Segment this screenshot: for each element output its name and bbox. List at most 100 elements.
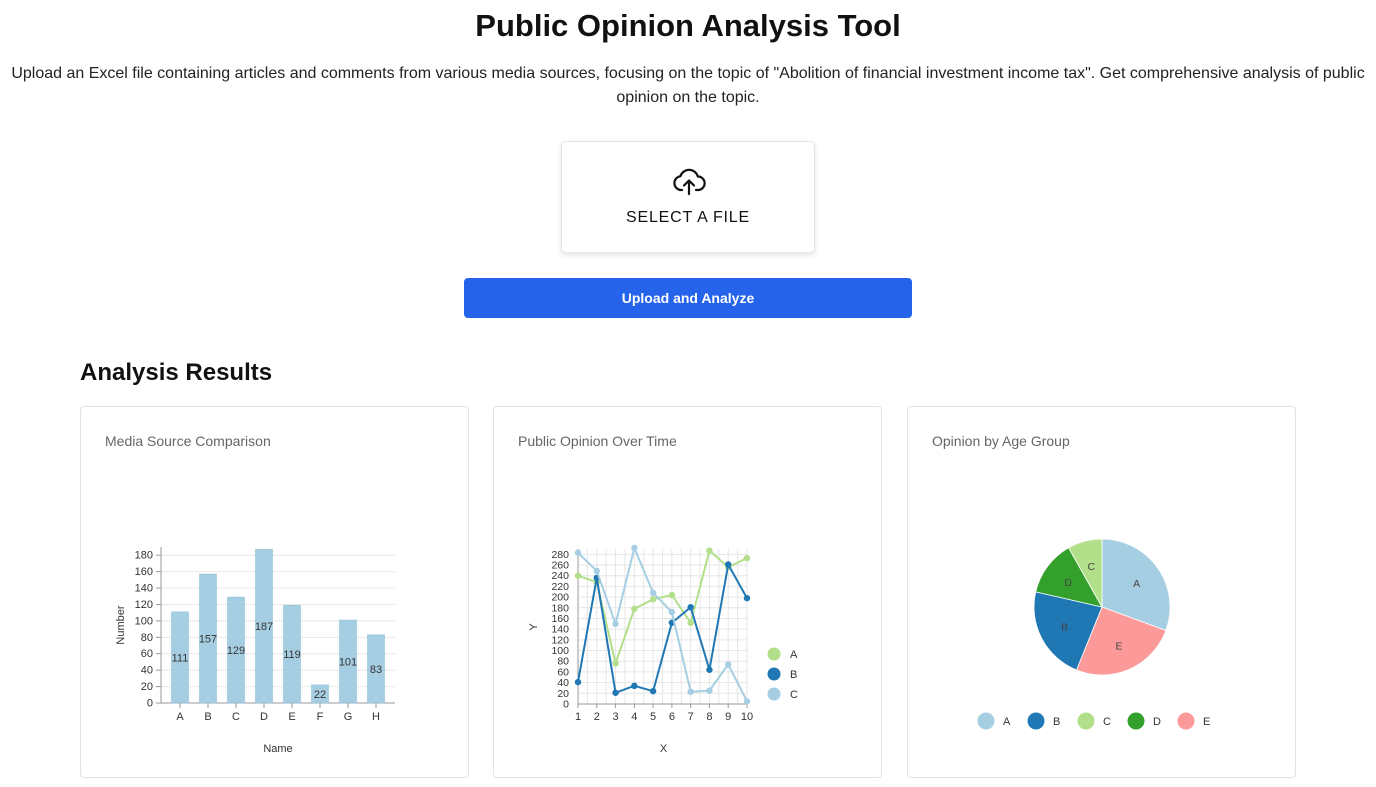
x-tick-label: 10 bbox=[741, 711, 753, 723]
x-tick-label: H bbox=[372, 711, 380, 723]
data-point bbox=[743, 594, 751, 602]
y-tick-label: 0 bbox=[563, 699, 569, 711]
bar-value-label: 187 bbox=[255, 621, 273, 633]
x-tick-label: 1 bbox=[575, 711, 581, 723]
slice-label: C bbox=[1088, 561, 1096, 573]
data-point bbox=[649, 589, 657, 597]
data-point bbox=[649, 596, 657, 603]
age-group-card: Opinion by Age Group AEBDCABCDE bbox=[907, 406, 1296, 778]
x-tick-label: E bbox=[288, 711, 295, 723]
x-tick-label: 6 bbox=[669, 711, 675, 723]
opinion-time-card: Public Opinion Over Time 0 20 40 60 80 100 120… bbox=[493, 406, 882, 778]
y-tick-label: 160 bbox=[135, 566, 153, 578]
data-point bbox=[574, 549, 582, 556]
legend-label: A bbox=[1003, 716, 1011, 728]
y-tick-label: 160 bbox=[551, 613, 569, 625]
data-point bbox=[612, 620, 619, 628]
y-tick-label: 40 bbox=[141, 665, 153, 677]
y-tick-label: 200 bbox=[551, 592, 569, 604]
bar-value-label: 83 bbox=[370, 664, 382, 676]
y-tick-label: 20 bbox=[557, 688, 569, 700]
legend-swatch bbox=[977, 712, 995, 730]
y-tick-label: 80 bbox=[557, 656, 569, 668]
legend-swatch bbox=[767, 687, 781, 701]
bar-value-label: 129 bbox=[227, 645, 245, 657]
data-point bbox=[612, 660, 619, 667]
x-tick-label: G bbox=[344, 711, 353, 723]
data-point bbox=[631, 682, 638, 690]
y-tick-label: 280 bbox=[551, 549, 569, 561]
x-tick-label: 8 bbox=[706, 711, 712, 723]
results-heading: Analysis Results bbox=[80, 359, 273, 386]
y-tick-label: 120 bbox=[551, 634, 569, 646]
data-point bbox=[593, 567, 600, 575]
data-point bbox=[687, 604, 694, 611]
data-point bbox=[574, 678, 582, 686]
data-point bbox=[687, 688, 694, 695]
legend-label: B bbox=[1053, 716, 1060, 728]
bar-value-label: 157 bbox=[199, 634, 217, 646]
x-tick-label: B bbox=[204, 711, 211, 723]
bar-value-label: 101 bbox=[339, 657, 357, 669]
y-axis-label: Number bbox=[115, 605, 127, 644]
bar-chart: 0 20 40 60 80 100 120 140 160 180 111 A 157 B 129 C 187 D… bbox=[115, 547, 395, 755]
x-tick-label: 9 bbox=[725, 711, 731, 723]
x-tick-label: 7 bbox=[688, 711, 694, 723]
x-axis-label: Name bbox=[263, 743, 292, 755]
legend-label: A bbox=[790, 649, 798, 661]
pie-chart: A E B D C A B C D E bbox=[977, 538, 1210, 730]
legend-swatch bbox=[1077, 712, 1095, 730]
x-axis-label: X bbox=[660, 743, 668, 755]
data-point bbox=[706, 666, 713, 673]
legend-label: C bbox=[790, 689, 798, 701]
y-tick-label: 20 bbox=[141, 681, 153, 693]
data-point bbox=[725, 561, 732, 568]
x-tick-label: A bbox=[176, 711, 184, 723]
bar-value-label: 111 bbox=[172, 652, 189, 664]
y-tick-label: 120 bbox=[135, 599, 153, 611]
x-tick-label: 2 bbox=[594, 711, 600, 723]
data-point bbox=[668, 591, 676, 599]
y-tick-label: 60 bbox=[141, 648, 153, 660]
x-tick-label: C bbox=[232, 711, 240, 723]
slice-label: A bbox=[1133, 578, 1140, 590]
slice-label: B bbox=[1061, 622, 1068, 634]
legend-label: C bbox=[1103, 716, 1111, 728]
data-point bbox=[743, 698, 751, 705]
data-point bbox=[743, 554, 751, 562]
data-point bbox=[649, 687, 657, 695]
x-tick-label: D bbox=[260, 711, 268, 723]
legend-swatch bbox=[1177, 712, 1195, 730]
slice-label: E bbox=[1116, 641, 1123, 653]
data-point bbox=[706, 687, 713, 694]
data-point bbox=[687, 619, 694, 626]
y-tick-label: 80 bbox=[141, 632, 153, 644]
x-tick-label: 5 bbox=[650, 711, 656, 723]
legend-swatch bbox=[767, 647, 781, 661]
file-select-dropzone[interactable]: SELECT A FILE bbox=[561, 141, 815, 253]
x-tick-label: 3 bbox=[612, 711, 618, 723]
legend-swatch bbox=[767, 667, 781, 681]
x-tick-label: 4 bbox=[631, 711, 637, 723]
y-tick-label: 140 bbox=[551, 624, 569, 636]
y-tick-label: 180 bbox=[551, 602, 569, 614]
legend-label: B bbox=[790, 669, 797, 681]
data-point bbox=[631, 605, 638, 613]
data-point bbox=[631, 544, 638, 552]
media-source-card: Media Source Comparison 0 20 40 60 80 100 120 1… bbox=[80, 406, 469, 778]
y-tick-label: 220 bbox=[551, 581, 569, 593]
legend-label: E bbox=[1203, 716, 1210, 728]
legend-swatch bbox=[1127, 712, 1145, 730]
legend-swatch bbox=[1027, 712, 1045, 730]
bar-value-label: 119 bbox=[283, 649, 301, 661]
cloud-upload-icon bbox=[673, 168, 706, 196]
page-title: Public Opinion Analysis Tool bbox=[475, 8, 901, 43]
legend-label: D bbox=[1153, 716, 1161, 728]
y-tick-label: 100 bbox=[135, 615, 153, 627]
y-tick-label: 260 bbox=[551, 560, 569, 572]
y-tick-label: 240 bbox=[551, 570, 569, 582]
slice-label: D bbox=[1064, 577, 1072, 589]
y-tick-label: 0 bbox=[147, 698, 153, 710]
data-point bbox=[706, 547, 713, 554]
upload-analyze-button[interactable]: Upload and Analyze bbox=[464, 278, 912, 318]
